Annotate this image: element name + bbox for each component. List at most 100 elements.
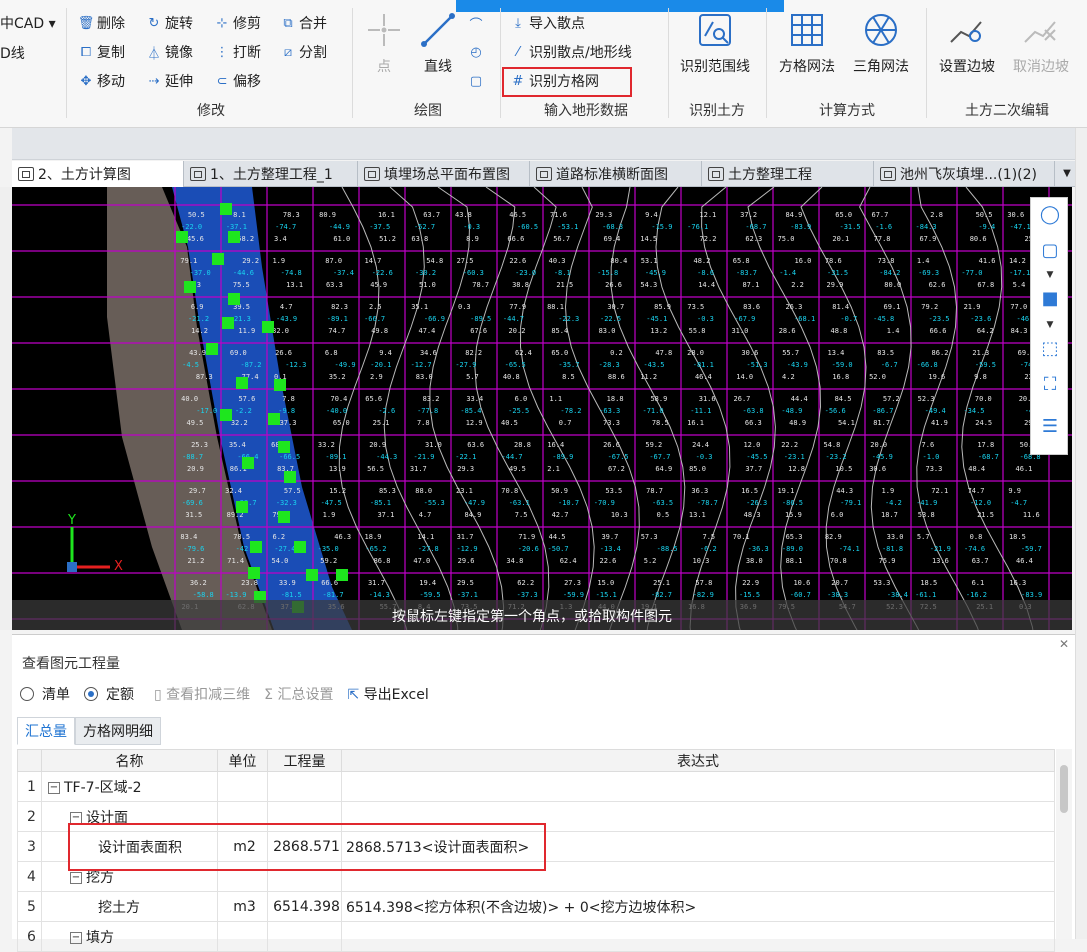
- rectangle-icon: ▢: [469, 73, 483, 89]
- fullscreen-icon[interactable]: ⛶: [1039, 374, 1061, 396]
- cell-value-mark: 78.7: [472, 281, 489, 289]
- cell-value-mark: -59.5: [975, 361, 996, 369]
- cell-value-mark: -22.5: [600, 315, 621, 323]
- triangle-method-button[interactable]: 三角网法: [846, 10, 916, 90]
- select-box-icon[interactable]: ⬚: [1039, 338, 1061, 360]
- cell-value-mark: 87.3: [196, 373, 213, 381]
- collapse-icon[interactable]: −: [70, 811, 82, 824]
- chevron-down-icon[interactable]: ▼: [1039, 264, 1061, 286]
- tab-earthwork-1[interactable]: 1、土方整理工程_1: [184, 161, 358, 187]
- rotate-button[interactable]: ↻ 旋转: [146, 12, 193, 34]
- offset-button[interactable]: ⊂ 偏移: [214, 70, 261, 92]
- circle-button[interactable]: ◴: [468, 41, 484, 63]
- identify-range-button[interactable]: 识别范围线: [672, 10, 758, 90]
- collapse-icon[interactable]: −: [70, 931, 82, 944]
- set-slope-button[interactable]: 设置边坡: [932, 10, 1002, 90]
- list-radio[interactable]: [20, 687, 34, 701]
- cell-value-mark: -81.8: [882, 545, 903, 553]
- cell-value-mark: -81.5: [281, 591, 302, 599]
- cell-value-mark: 5.7: [917, 533, 930, 541]
- grid-node-marker: [250, 541, 262, 553]
- cell-value-mark: -31.5: [827, 269, 848, 277]
- tab-landfill-plan[interactable]: 填埋场总平面布置图: [358, 161, 530, 187]
- identify-points-button[interactable]: ⁄ 识别散点/地形线: [510, 41, 632, 63]
- cell-value-mark: -74.1: [839, 545, 860, 553]
- grid-method-button[interactable]: 方格网法: [772, 10, 842, 90]
- cell-value-mark: -88.7: [182, 453, 203, 461]
- arc-button[interactable]: ⌒: [468, 12, 484, 34]
- cube-view-icon[interactable]: ■: [1039, 288, 1061, 310]
- d-line-button[interactable]: D线: [0, 42, 25, 64]
- collapse-icon[interactable]: −: [48, 781, 60, 794]
- export-excel-button[interactable]: ⇱ 导出Excel: [347, 684, 428, 704]
- chevron-down-icon[interactable]: ▼: [1039, 314, 1061, 336]
- cell-value-mark: 33.4: [466, 395, 483, 403]
- mirror-button[interactable]: ⏃ 镜像: [146, 41, 193, 63]
- cell-value-mark: 7.5: [703, 533, 716, 541]
- summary-settings-button[interactable]: Σ 汇总设置: [264, 684, 333, 704]
- cell-value-mark: -45.9: [645, 269, 666, 277]
- cell-value-mark: 26.6: [605, 281, 622, 289]
- cancel-slope-button[interactable]: 取消边坡: [1006, 10, 1076, 90]
- cell-value-mark: -37.1: [226, 223, 247, 231]
- cell-value-mark: -66.8: [917, 361, 938, 369]
- cell-value-mark: -78.2: [560, 407, 581, 415]
- break-button[interactable]: ⋮ 打断: [214, 41, 262, 63]
- cad-canvas[interactable]: 50.5-22.045.679.1-37.070.36.9-21.214.243…: [12, 187, 1072, 630]
- trim-button[interactable]: ⊹ 修剪: [214, 12, 261, 34]
- table-scrollbar[interactable]: [1056, 749, 1072, 939]
- rectangle-button[interactable]: ▢: [468, 70, 484, 92]
- cell-value-mark: -85.4: [460, 407, 481, 415]
- line-button[interactable]: 直线: [410, 10, 466, 90]
- cell-value-mark: 1.4: [887, 327, 900, 335]
- delete-button[interactable]: 🗑 删除: [78, 12, 125, 34]
- offset-label: 偏移: [233, 74, 261, 90]
- cell-value-mark: 38.8: [512, 281, 529, 289]
- view-3d-button[interactable]: ▯ 查看扣减三维: [154, 684, 250, 704]
- cell-value-mark: 80.0: [884, 281, 901, 289]
- tab-summary[interactable]: 汇总量: [17, 717, 75, 745]
- cell-value-mark: 57.8: [695, 579, 712, 587]
- tab-road-section[interactable]: 道路标准横断面图: [530, 161, 702, 187]
- table-row[interactable]: 5 挖土方 m3 6514.398 6514.398<挖方体积(不含边坡)> + 0<挖…: [17, 891, 1055, 922]
- cad-menu[interactable]: 中CAD ▾: [0, 12, 56, 34]
- extend-button[interactable]: ⇢ 延伸: [146, 70, 193, 92]
- cell-value-mark: 10.3: [693, 557, 710, 565]
- cell-value-mark: 46.4: [1016, 557, 1033, 565]
- tab-grid-detail[interactable]: 方格网明细: [75, 717, 161, 745]
- close-icon[interactable]: ✕: [1059, 637, 1069, 651]
- cell-value-mark: 43.8: [455, 211, 472, 219]
- delete-label: 删除: [97, 16, 125, 32]
- cell-value-mark: -53.1: [557, 223, 578, 231]
- layer-list-icon[interactable]: ☰: [1039, 416, 1061, 438]
- tab-label: 1、土方整理工程_1: [210, 167, 333, 183]
- cell-value-mark: 51.0: [419, 281, 436, 289]
- cell-value-mark: -37.4: [333, 269, 354, 277]
- point-button[interactable]: 点: [356, 10, 412, 90]
- cell-value-mark: 65.3: [786, 533, 803, 541]
- scroll-thumb[interactable]: [1060, 765, 1068, 813]
- tab-fly-ash[interactable]: 池州飞灰填埋...(1)(2): [874, 161, 1055, 187]
- cell-value-mark: -4.2: [885, 499, 902, 507]
- merge-button[interactable]: ⧉ 合并: [280, 12, 327, 34]
- cell-value-mark: 38.0: [746, 557, 763, 565]
- orbit-icon[interactable]: ◯: [1039, 204, 1061, 226]
- table-row[interactable]: 1− TF-7-区域-2: [17, 771, 1055, 802]
- cell-value-mark: -17.0: [196, 407, 217, 415]
- tab-overflow-icon[interactable]: ▼: [1059, 161, 1075, 186]
- row-name-text: 填方: [86, 929, 114, 946]
- row-qty: 6514.398: [267, 891, 342, 922]
- collapse-icon[interactable]: −: [70, 871, 82, 884]
- point-label: 点: [377, 59, 391, 75]
- tab-earthwork[interactable]: 土方整理工程: [702, 161, 874, 187]
- panel-subtabs: 汇总量 方格网明细: [17, 717, 161, 745]
- tab-earthwork-calc[interactable]: 2、土方计算图: [12, 161, 184, 187]
- import-points-button[interactable]: ⤓ 导入散点: [510, 12, 585, 34]
- box-view-icon[interactable]: ▢: [1039, 240, 1061, 262]
- table-row[interactable]: 6− 填方: [17, 921, 1055, 952]
- quota-radio[interactable]: [84, 687, 98, 701]
- cell-value-mark: 63.7: [423, 211, 440, 219]
- move-button[interactable]: ✥ 移动: [78, 70, 125, 92]
- split-button[interactable]: ⧄ 分割: [280, 41, 327, 63]
- copy-button[interactable]: ⧠ 复制: [78, 41, 125, 63]
